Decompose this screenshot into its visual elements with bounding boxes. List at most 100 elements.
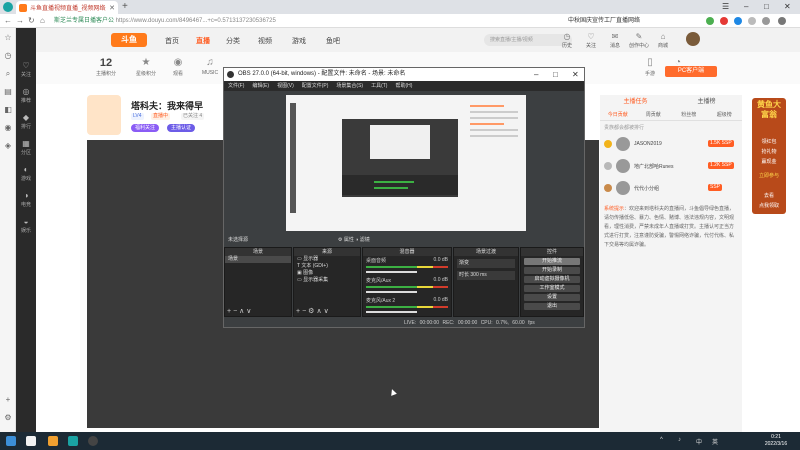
avatar[interactable] <box>616 181 630 195</box>
url-field[interactable]: 斯芝兰专属日播客户公 https://www.douyu.com/8496467… <box>54 16 504 26</box>
user-avatar[interactable] <box>686 32 700 46</box>
tray-chevron-icon[interactable]: ^ <box>660 437 663 443</box>
extension-green-icon[interactable] <box>706 17 714 25</box>
studio-mode-button[interactable]: 工作室模式 <box>524 285 580 292</box>
settings-icon[interactable]: ⚙ <box>4 414 12 422</box>
nav-video[interactable]: 视频 <box>258 36 272 46</box>
back-icon[interactable]: ← <box>4 16 12 25</box>
maximize-button[interactable]: □ <box>764 2 769 11</box>
nav-home[interactable]: 首页 <box>165 36 179 46</box>
header-history[interactable]: ◷ 历史 <box>556 32 578 49</box>
avatar[interactable] <box>616 159 630 173</box>
site-left-item[interactable]: ◆ 排行 <box>18 114 34 131</box>
volume-icon[interactable]: ♪ <box>678 437 681 443</box>
start-icon[interactable] <box>6 436 16 446</box>
obs-preview-canvas[interactable] <box>286 95 526 231</box>
menu-icon[interactable] <box>778 17 786 25</box>
properties-button[interactable]: 属性 <box>344 237 354 243</box>
close-window-button[interactable]: ✕ <box>784 2 791 11</box>
tab-fans[interactable]: 粉丝榜 <box>671 109 707 120</box>
obs-menu-tools[interactable]: 工具(T) <box>371 81 387 91</box>
search-icon[interactable]: ⌕ <box>4 70 12 78</box>
app-icon[interactable]: ◧ <box>4 106 12 114</box>
browser-tab[interactable]: 斗鱼直播视频直播_视频网络天蝎出_斗... ✕ <box>16 1 118 14</box>
start-streaming-button[interactable]: 开始推流 <box>524 258 580 265</box>
home-icon[interactable]: ⌂ <box>40 16 45 25</box>
nav-game[interactable]: 游戏 <box>292 36 306 46</box>
streamer-avatar[interactable] <box>87 95 121 135</box>
browser-search-field[interactable]: 中秋国庆宣传工厂直播网络 <box>568 16 698 26</box>
volume-slider[interactable] <box>366 311 417 313</box>
category-item[interactable]: ◉ 观看 <box>164 56 192 77</box>
volume-slider[interactable] <box>366 291 417 293</box>
obs-maximize-button[interactable]: □ <box>553 68 558 81</box>
extension-red-icon[interactable] <box>720 17 728 25</box>
obs-menu-scene-collection[interactable]: 场景集合(S) <box>336 81 363 91</box>
welfare-follow-button[interactable]: 福利关注 <box>131 124 160 132</box>
tab-today[interactable]: 今日贡献 <box>600 109 636 120</box>
source-item[interactable]: ▣ 图像 <box>294 270 360 277</box>
start-virtual-camera-button[interactable]: 启动虚拟摄像机 <box>524 276 580 283</box>
source-item[interactable]: T 文本 (GDI+) <box>294 263 360 270</box>
forward-icon[interactable]: → <box>16 16 24 25</box>
obs-menu-view[interactable]: 视图(V) <box>277 81 294 91</box>
source-item[interactable]: ▭ 显示器 <box>294 256 360 263</box>
new-tab-button[interactable]: + <box>122 1 128 12</box>
category-count-item[interactable]: 12 主播积分 <box>92 56 120 77</box>
tab-anchor-task[interactable]: 主播任务 <box>600 95 671 109</box>
mixer-channel[interactable]: 麦克风/Aux 0.0 dB <box>363 276 451 296</box>
header-shop[interactable]: ⌂ 商城 <box>652 32 674 49</box>
scene-controls-icon[interactable]: +−∧∨ <box>227 307 253 315</box>
exit-button[interactable]: 退出 <box>524 303 580 310</box>
tab-super[interactable]: 超级榜 <box>707 109 743 120</box>
minimize-button[interactable]: – <box>744 2 748 11</box>
obs-minimize-button[interactable]: – <box>534 68 538 81</box>
category-item[interactable]: ▯ 手游 <box>636 56 664 77</box>
douyu-logo[interactable]: 斗鱼 <box>111 33 147 47</box>
nav-fishbar[interactable]: 鱼吧 <box>326 36 340 46</box>
source-item[interactable]: ▭ 显示器采集 <box>294 277 360 284</box>
site-left-item[interactable]: ◑ 电竞 <box>18 192 34 209</box>
source-controls-icon[interactable]: +−⚙∧∨ <box>296 307 331 315</box>
browser-logo-icon[interactable] <box>3 2 13 12</box>
header-message[interactable]: ✉ 消息 <box>604 32 626 49</box>
mixer-channel[interactable]: 麦克风/Aux 2 0.0 dB <box>363 296 451 316</box>
tab-week[interactable]: 周贡献 <box>636 109 672 120</box>
obs-menu-profile[interactable]: 配置文件(P) <box>302 81 329 91</box>
scene-item[interactable]: 场景 <box>225 256 291 263</box>
nav-live[interactable]: 直播 <box>196 36 210 46</box>
obs-menu-help[interactable]: 帮助(H) <box>395 81 412 91</box>
obs-taskbar-icon[interactable] <box>88 436 98 446</box>
verified-anchor-button[interactable]: 主播认证 <box>167 124 196 132</box>
game-icon[interactable]: ◈ <box>4 142 12 150</box>
downloads-icon[interactable] <box>762 17 770 25</box>
search-taskbar-icon[interactable] <box>26 436 36 446</box>
add-icon[interactable]: + <box>4 396 12 404</box>
note-icon[interactable]: ▤ <box>4 88 12 96</box>
settings-button[interactable]: 设置 <box>524 294 580 301</box>
reload-icon[interactable]: ↻ <box>28 16 35 25</box>
browser-taskbar-icon[interactable] <box>68 436 78 446</box>
start-recording-button[interactable]: 开始录制 <box>524 267 580 274</box>
site-left-item[interactable]: ◐ 游戏 <box>18 166 34 183</box>
transition-type-select[interactable]: 渐变 <box>457 259 515 268</box>
file-explorer-icon[interactable] <box>48 436 58 446</box>
site-left-item[interactable]: ▦ 分区 <box>18 140 34 157</box>
avatar[interactable] <box>616 137 630 151</box>
header-follow[interactable]: ♡ 关注 <box>580 32 602 49</box>
filters-button[interactable]: 滤镜 <box>360 237 370 243</box>
clock[interactable]: 0:21 2022/3/16 <box>755 434 797 448</box>
site-left-item[interactable]: ◒ 娱乐 <box>18 218 34 235</box>
extension-blue-icon[interactable] <box>734 17 742 25</box>
ranking-row[interactable]: JASON2019 1.5K SSP <box>604 135 738 155</box>
ime-cn-icon[interactable]: 中 <box>696 437 702 446</box>
window-menu-icon[interactable]: ☰ <box>722 2 729 11</box>
nav-category[interactable]: 分类 <box>226 36 240 46</box>
volume-slider[interactable] <box>366 271 417 273</box>
ranking-row[interactable]: 代代小分组 SSP <box>604 179 738 199</box>
weibo-icon[interactable]: ◉ <box>4 124 12 132</box>
profile-icon[interactable] <box>748 17 756 25</box>
star-icon[interactable]: ☆ <box>4 34 12 42</box>
promo-banner[interactable]: 黄鱼大富翁 领红包 抢礼物 赢现金 立即参与 去看 点我领取 <box>752 98 786 214</box>
obs-menu-edit[interactable]: 编辑(E) <box>252 81 269 91</box>
